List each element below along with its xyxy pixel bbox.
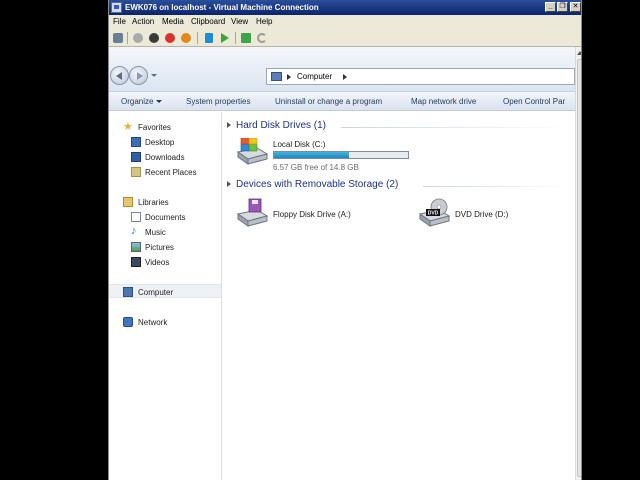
save-icon[interactable] <box>181 33 191 43</box>
system-properties-button[interactable]: System properties <box>186 97 250 106</box>
music-note-icon: ♪ <box>131 225 137 237</box>
menu-file[interactable]: File <box>113 17 126 26</box>
map-network-drive-button[interactable]: Map network drive <box>411 97 476 106</box>
downloads-icon <box>131 152 141 162</box>
dvd-badge: DVD <box>428 211 439 217</box>
content-pane: Hard Disk Drives (1) Local Disk (C:) 6.5… <box>223 112 575 480</box>
address-bar[interactable]: Computer <box>266 68 575 85</box>
menu-media[interactable]: Media <box>162 17 184 26</box>
organize-button[interactable]: Organize <box>121 97 163 106</box>
scrollbar-thumb[interactable] <box>577 59 581 477</box>
vm-connection-window: EWK076 on localhost - Virtual Machine Co… <box>108 0 582 480</box>
snapshot-icon[interactable] <box>241 33 251 43</box>
local-disk-name: Local Disk (C:) <box>273 140 326 149</box>
turn-off-icon[interactable] <box>149 33 159 43</box>
dvd-drive-name: DVD Drive (D:) <box>455 210 509 219</box>
vm-toolbar <box>109 29 581 47</box>
nav-pictures[interactable]: Pictures <box>109 240 221 254</box>
floppy-drive-a[interactable]: Floppy Disk Drive (A:) <box>235 198 395 230</box>
chevron-down-icon <box>156 100 163 104</box>
recent-places-icon <box>131 167 141 177</box>
start-icon[interactable] <box>133 33 143 43</box>
restore-button[interactable]: ❐ <box>557 2 568 12</box>
nav-videos[interactable]: Videos <box>109 255 221 269</box>
disk-free-space: 6.57 GB free of 14.8 GB <box>273 163 359 172</box>
resume-icon[interactable] <box>221 33 229 43</box>
floppy-drive-name: Floppy Disk Drive (A:) <box>273 210 351 219</box>
nav-documents[interactable]: Documents <box>109 210 221 224</box>
network-icon <box>123 317 133 327</box>
videos-icon <box>131 257 141 267</box>
group-divider <box>423 186 571 187</box>
computer-icon <box>123 287 133 297</box>
floppy-drive-icon <box>236 198 269 227</box>
pictures-icon <box>131 242 141 252</box>
disk-usage-bar <box>273 151 409 159</box>
recent-pages-dropdown[interactable] <box>151 74 157 77</box>
address-location[interactable]: Computer <box>297 72 332 81</box>
collapse-triangle-icon <box>227 181 231 188</box>
menu-help[interactable]: Help <box>256 17 272 26</box>
shutdown-icon[interactable] <box>165 33 175 43</box>
dvd-drive-icon: DVD <box>418 198 451 227</box>
window-title: EWK076 on localhost - Virtual Machine Co… <box>125 3 319 12</box>
menu-clipboard[interactable]: Clipboard <box>191 17 225 26</box>
collapse-triangle-icon <box>227 122 231 129</box>
nav-libraries[interactable]: Libraries <box>109 195 221 209</box>
nav-desktop[interactable]: Desktop <box>109 135 221 149</box>
open-control-panel-button[interactable]: Open Control Par <box>503 97 565 106</box>
removable-storage-group-header[interactable]: Devices with Removable Storage (2) <box>227 179 398 190</box>
documents-icon <box>131 212 141 222</box>
ctrl-alt-del-icon[interactable] <box>113 33 123 43</box>
arrow-right-icon <box>137 72 143 80</box>
hard-drive-icon <box>236 138 269 165</box>
computer-icon <box>271 72 282 81</box>
vertical-scrollbar[interactable] <box>575 47 581 480</box>
minimize-button[interactable]: _ <box>545 2 556 12</box>
revert-icon[interactable] <box>257 33 267 43</box>
hard-disk-group-header[interactable]: Hard Disk Drives (1) <box>227 120 326 131</box>
forward-button[interactable] <box>129 66 148 85</box>
nav-downloads[interactable]: Downloads <box>109 150 221 164</box>
menu-view[interactable]: View <box>231 17 248 26</box>
arrow-left-icon <box>116 72 122 80</box>
breadcrumb-separator-icon[interactable] <box>343 74 347 80</box>
title-bar[interactable]: EWK076 on localhost - Virtual Machine Co… <box>109 0 581 15</box>
uninstall-program-button[interactable]: Uninstall or change a program <box>275 97 382 106</box>
nav-favorites[interactable]: ★ Favorites <box>109 120 221 134</box>
command-bar: Organize System properties Uninstall or … <box>109 91 575 111</box>
toolbar-separator <box>127 32 128 44</box>
nav-recent-places[interactable]: Recent Places <box>109 165 221 179</box>
star-icon: ★ <box>123 121 133 133</box>
libraries-icon <box>123 197 133 207</box>
disk-usage-fill <box>274 152 349 158</box>
organize-label: Organize <box>121 97 154 106</box>
nav-music[interactable]: ♪ Music <box>109 225 221 239</box>
back-button[interactable] <box>110 66 129 85</box>
menu-action[interactable]: Action <box>132 17 154 26</box>
menu-bar: File Action Media Clipboard View Help <box>109 15 581 29</box>
close-button[interactable]: ✕ <box>570 2 581 12</box>
group-divider <box>341 127 571 128</box>
desktop-icon <box>131 137 141 147</box>
nav-network[interactable]: Network <box>109 315 221 329</box>
pause-icon[interactable] <box>205 33 213 43</box>
breadcrumb-separator-icon[interactable] <box>287 74 291 80</box>
nav-computer[interactable]: Computer <box>109 284 221 298</box>
dvd-drive-d[interactable]: DVD DVD Drive (D:) <box>417 198 537 230</box>
navigation-pane: ★ Favorites Desktop Downloads Recent Pla… <box>109 112 222 480</box>
toolbar-separator <box>235 32 236 44</box>
scroll-up-icon[interactable] <box>577 51 581 55</box>
toolbar-separator <box>197 32 198 44</box>
vm-connection-icon <box>111 2 122 13</box>
